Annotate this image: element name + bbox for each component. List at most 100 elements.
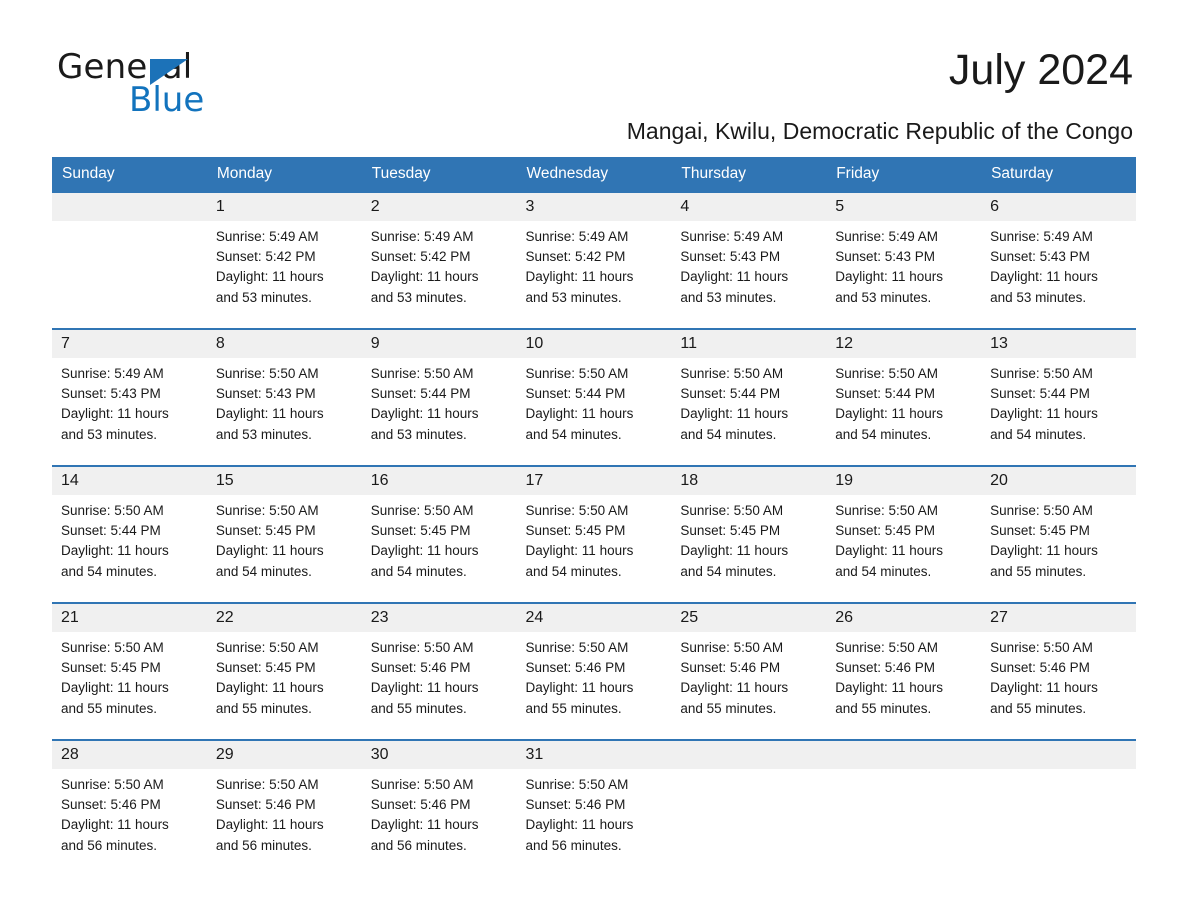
sunrise-text: Sunrise: 5:50 AM [680, 640, 784, 655]
page-title: July 2024 [948, 46, 1133, 94]
day-number: 3 [516, 193, 672, 221]
calendar-day-cell[interactable]: 30 Sunrise: 5:50 AM Sunset: 5:46 PM Dayligh… [361, 739, 517, 876]
day-number: 14 [52, 467, 207, 495]
weekday-header-monday: Monday [206, 157, 362, 192]
calendar-day-cell[interactable]: 12 Sunrise: 5:50 AM Sunset: 5:44 PM Dayligh… [826, 328, 982, 466]
calendar-day-cell[interactable]: 29 Sunrise: 5:50 AM Sunset: 5:46 PM Dayligh… [206, 739, 362, 876]
sunset-text: Sunset: 5:45 PM [835, 523, 936, 539]
day-cell-inner: 1 Sunrise: 5:49 AM Sunset: 5:42 PM Daylight… [206, 193, 362, 328]
calendar-day-cell[interactable]: 25 Sunrise: 5:50 AM Sunset: 5:46 PM Dayligh… [671, 602, 827, 740]
sunset-text: Sunset: 5:45 PM [370, 523, 471, 539]
daylight-text-line2: and 56 minutes. [61, 837, 158, 853]
calendar-day-cell[interactable]: 23 Sunrise: 5:50 AM Sunset: 5:46 PM Dayligh… [361, 602, 517, 740]
sunset-text: Sunset: 5:43 PM [61, 386, 161, 402]
calendar-day-cell[interactable]: 28 Sunrise: 5:50 AM Sunset: 5:46 PM Dayligh… [52, 739, 207, 876]
calendar-day-cell[interactable]: 8 Sunrise: 5:50 AM Sunset: 5:43 PM Daylight… [206, 328, 362, 466]
day-sun-info: Sunrise: 5:49 AM Sunset: 5:42 PM Daylight:… [362, 221, 517, 308]
daylight-text-line1: Daylight: 11 hours [370, 406, 479, 422]
day-sun-info: Sunrise: 5:50 AM Sunset: 5:45 PM Daylight:… [362, 495, 517, 582]
day-cell-inner: 29 Sunrise: 5:50 AM Sunset: 5:46 PM Dayligh… [206, 741, 362, 876]
calendar-day-cell[interactable]: 1 Sunrise: 5:49 AM Sunset: 5:42 PM Daylight… [206, 191, 362, 329]
day-cell-inner: 6 Sunrise: 5:49 AM Sunset: 5:43 PM Daylight… [981, 193, 1136, 328]
day-number: 6 [981, 193, 1136, 221]
calendar-day-cell[interactable]: 3 Sunrise: 5:49 AM Sunset: 5:42 PM Daylight… [516, 191, 672, 329]
day-sun-info: Sunrise: 5:50 AM Sunset: 5:45 PM Daylight:… [207, 495, 362, 582]
calendar-day-cell[interactable]: 24 Sunrise: 5:50 AM Sunset: 5:46 PM Dayligh… [516, 602, 672, 740]
daylight-text-line2: and 53 minutes. [215, 289, 312, 305]
day-number [826, 741, 982, 769]
calendar-day-cell[interactable]: 9 Sunrise: 5:50 AM Sunset: 5:44 PM Daylight… [361, 328, 517, 466]
day-number: 11 [671, 330, 827, 358]
sunrise-text: Sunrise: 5:50 AM [215, 366, 319, 381]
calendar-day-cell[interactable]: 2 Sunrise: 5:49 AM Sunset: 5:42 PM Daylight… [361, 191, 517, 329]
daylight-text-line1: Daylight: 11 hours [370, 680, 479, 696]
calendar-day-cell[interactable]: 6 Sunrise: 5:49 AM Sunset: 5:43 PM Daylight… [981, 191, 1136, 329]
daylight-text-line1: Daylight: 11 hours [835, 406, 944, 422]
sunset-text: Sunset: 5:43 PM [680, 249, 781, 265]
sunset-text: Sunset: 5:46 PM [990, 660, 1090, 676]
calendar-day-cell[interactable]: 5 Sunrise: 5:49 AM Sunset: 5:43 PM Daylight… [826, 191, 982, 329]
sunrise-text: Sunrise: 5:50 AM [370, 503, 474, 518]
day-cell-inner: 13 Sunrise: 5:50 AM Sunset: 5:44 PM Dayligh… [981, 330, 1136, 465]
day-cell-inner: 15 Sunrise: 5:50 AM Sunset: 5:45 PM Dayligh… [206, 467, 362, 602]
day-sun-info: Sunrise: 5:50 AM Sunset: 5:45 PM Daylight:… [981, 495, 1136, 582]
day-number: 28 [52, 741, 207, 769]
calendar-day-cell[interactable]: 26 Sunrise: 5:50 AM Sunset: 5:46 PM Dayligh… [826, 602, 982, 740]
sunrise-text: Sunrise: 5:50 AM [215, 503, 319, 518]
location-subtitle: Mangai, Kwilu, Democratic Republic of th… [626, 118, 1133, 144]
calendar-day-cell[interactable]: 19 Sunrise: 5:50 AM Sunset: 5:45 PM Dayligh… [826, 465, 982, 603]
calendar-day-cell[interactable]: 31 Sunrise: 5:50 AM Sunset: 5:46 PM Dayligh… [516, 739, 672, 876]
daylight-text-line1: Daylight: 11 hours [990, 680, 1098, 696]
sunrise-text: Sunrise: 5:50 AM [835, 366, 939, 381]
calendar-day-cell[interactable]: 20 Sunrise: 5:50 AM Sunset: 5:45 PM Dayligh… [981, 465, 1136, 603]
sunrise-text: Sunrise: 5:50 AM [525, 503, 629, 518]
calendar-day-cell[interactable]: 27 Sunrise: 5:50 AM Sunset: 5:46 PM Dayligh… [981, 602, 1136, 740]
sunrise-text: Sunrise: 5:49 AM [370, 229, 474, 244]
day-number: 5 [826, 193, 982, 221]
day-sun-info: Sunrise: 5:50 AM Sunset: 5:46 PM Daylight:… [517, 769, 672, 856]
day-cell-inner: 12 Sunrise: 5:50 AM Sunset: 5:44 PM Dayligh… [826, 330, 982, 465]
sunrise-text: Sunrise: 5:50 AM [525, 777, 629, 792]
day-sun-info: Sunrise: 5:49 AM Sunset: 5:43 PM Daylight:… [671, 221, 826, 308]
calendar-day-cell[interactable]: 22 Sunrise: 5:50 AM Sunset: 5:45 PM Dayligh… [206, 602, 362, 740]
calendar-day-cell[interactable]: 4 Sunrise: 5:49 AM Sunset: 5:43 PM Daylight… [671, 191, 827, 329]
day-sun-info: Sunrise: 5:50 AM Sunset: 5:45 PM Daylight:… [517, 495, 672, 582]
calendar-day-cell[interactable]: 7 Sunrise: 5:49 AM Sunset: 5:43 PM Daylight… [52, 328, 207, 466]
daylight-text-line1: Daylight: 11 hours [215, 817, 324, 833]
calendar-day-cell[interactable]: 18 Sunrise: 5:50 AM Sunset: 5:45 PM Dayligh… [671, 465, 827, 603]
calendar-day-cell[interactable]: 13 Sunrise: 5:50 AM Sunset: 5:44 PM Dayligh… [981, 328, 1136, 466]
daylight-text-line1: Daylight: 11 hours [525, 817, 634, 833]
calendar-day-cell[interactable]: 10 Sunrise: 5:50 AM Sunset: 5:44 PM Dayligh… [516, 328, 672, 466]
sunrise-text: Sunrise: 5:49 AM [525, 229, 629, 244]
calendar-day-cell[interactable]: 21 Sunrise: 5:50 AM Sunset: 5:45 PM Dayligh… [52, 602, 207, 740]
daylight-text-line2: and 55 minutes. [990, 700, 1087, 716]
daylight-text-line1: Daylight: 11 hours [525, 269, 634, 285]
calendar-day-cell[interactable]: 16 Sunrise: 5:50 AM Sunset: 5:45 PM Dayligh… [361, 465, 517, 603]
sunrise-text: Sunrise: 5:50 AM [525, 366, 629, 381]
calendar-day-cell[interactable]: 11 Sunrise: 5:50 AM Sunset: 5:44 PM Dayligh… [671, 328, 827, 466]
day-sun-info: Sunrise: 5:50 AM Sunset: 5:46 PM Daylight:… [517, 632, 672, 719]
page-header: General Blue July 2024 Mangai, Kwilu, De… [0, 0, 1188, 144]
calendar-day-cell[interactable]: 15 Sunrise: 5:50 AM Sunset: 5:45 PM Dayligh… [206, 465, 362, 603]
sunrise-text: Sunrise: 5:50 AM [680, 366, 784, 381]
sunset-text: Sunset: 5:46 PM [525, 660, 626, 676]
day-cell-inner: 21 Sunrise: 5:50 AM Sunset: 5:45 PM Dayligh… [52, 604, 207, 739]
daylight-text-line2: and 53 minutes. [215, 426, 312, 442]
daylight-text-line1: Daylight: 11 hours [835, 269, 944, 285]
day-number: 20 [981, 467, 1136, 495]
calendar-day-cell[interactable]: 17 Sunrise: 5:50 AM Sunset: 5:45 PM Dayligh… [516, 465, 672, 603]
weekday-header-saturday: Saturday [981, 157, 1136, 192]
day-number: 9 [361, 330, 517, 358]
day-cell-inner: 26 Sunrise: 5:50 AM Sunset: 5:46 PM Dayligh… [826, 604, 982, 739]
daylight-text-line2: and 56 minutes. [525, 837, 622, 853]
sunset-text: Sunset: 5:43 PM [990, 249, 1090, 265]
sunset-text: Sunset: 5:46 PM [370, 797, 471, 813]
daylight-text-line1: Daylight: 11 hours [61, 680, 169, 696]
day-number: 8 [206, 330, 362, 358]
calendar-week-row: 28 Sunrise: 5:50 AM Sunset: 5:46 PM Dayligh… [52, 739, 1136, 876]
calendar-day-cell[interactable]: 14 Sunrise: 5:50 AM Sunset: 5:44 PM Dayligh… [52, 465, 207, 603]
sunset-text: Sunset: 5:46 PM [370, 660, 471, 676]
sunset-text: Sunset: 5:42 PM [370, 249, 471, 265]
weekday-header-wednesday: Wednesday [516, 157, 672, 192]
day-sun-info: Sunrise: 5:49 AM Sunset: 5:43 PM Daylight:… [826, 221, 981, 308]
